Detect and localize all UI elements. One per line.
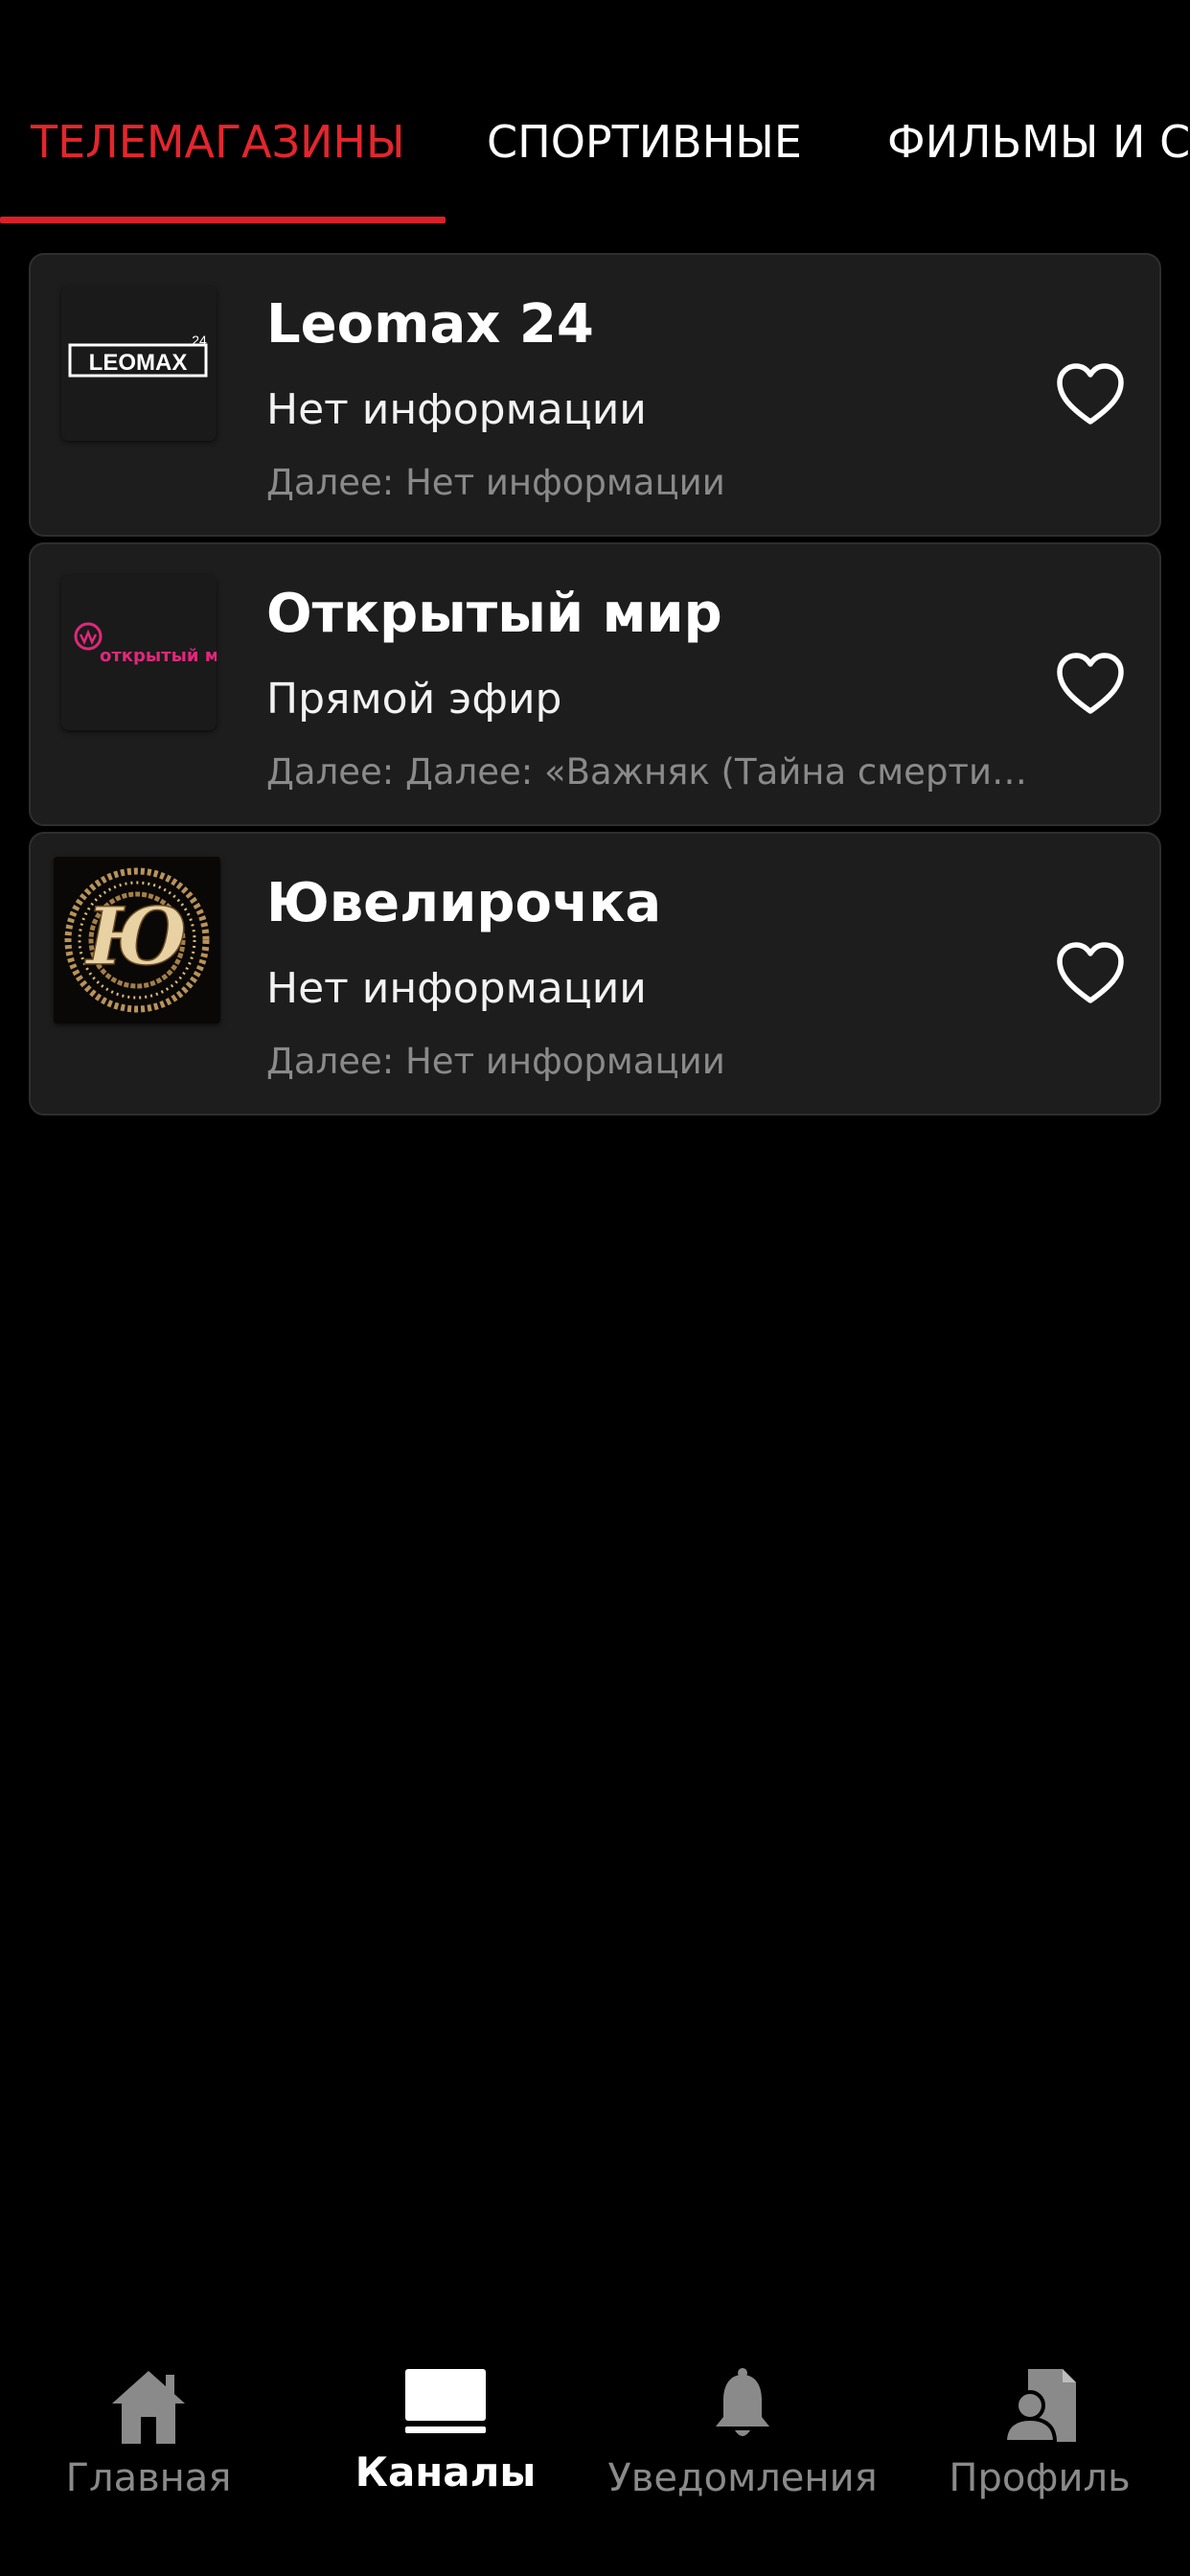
channel-logo-yuvelirochka: Ю xyxy=(54,857,220,1024)
tab-sportivnye[interactable]: СПОРТИВНЫЕ xyxy=(487,113,802,171)
nav-notifications-label: Уведомления xyxy=(607,2456,878,2500)
bottom-navigation: Главная Каналы Уведомления Профиль xyxy=(0,2338,1190,2576)
heart-icon[interactable] xyxy=(1052,356,1129,433)
tab-filmy[interactable]: ФИЛЬМЫ И С xyxy=(887,113,1190,171)
channel-now-playing: Нет информации xyxy=(266,964,647,1013)
channel-logo-leomax: LEOMAX 24 xyxy=(61,286,217,441)
otkrytyi-mir-logo-text: открытый мир xyxy=(100,646,217,666)
nav-home-label: Главная xyxy=(65,2456,232,2500)
channel-logo-otkrytyi-mir: открытый мир xyxy=(61,575,217,730)
channel-now-playing: Прямой эфир xyxy=(266,675,562,724)
profile-icon xyxy=(1002,2369,1076,2444)
tv-icon xyxy=(405,2369,486,2433)
yuvelirochka-logo-text: Ю xyxy=(84,891,188,983)
channel-list: LEOMAX 24 Leomax 24 Нет информации Далее… xyxy=(29,253,1161,1121)
channel-card-leomax[interactable]: LEOMAX 24 Leomax 24 Нет информации Далее… xyxy=(29,253,1161,537)
nav-home[interactable]: Главная xyxy=(38,2338,259,2576)
channel-name: Ювелирочка xyxy=(266,872,662,934)
nav-profile-label: Профиль xyxy=(949,2456,1131,2500)
channel-now-playing: Нет информации xyxy=(266,385,647,434)
tab-telemagaziny[interactable]: ТЕЛЕМАГАЗИНЫ xyxy=(31,113,405,171)
active-tab-indicator xyxy=(0,217,446,223)
category-tabs: ТЕЛЕМАГАЗИНЫ СПОРТИВНЫЕ ФИЛЬМЫ И С xyxy=(0,0,1190,230)
nav-profile[interactable]: Профиль xyxy=(929,2338,1150,2576)
heart-icon[interactable] xyxy=(1052,646,1129,723)
channel-next-program: Далее: Далее: «Важняк (Тайна смерти… xyxy=(266,751,1028,793)
channel-card-yuvelirochka[interactable]: Ю Ювелирочка Нет информации Далее: Нет и… xyxy=(29,832,1161,1116)
bell-icon xyxy=(716,2368,769,2436)
home-icon xyxy=(112,2371,185,2444)
channel-name: Leomax 24 xyxy=(266,293,594,356)
leomax-logo-text: LEOMAX xyxy=(89,350,188,376)
nav-channels[interactable]: Каналы xyxy=(335,2338,556,2576)
heart-icon[interactable] xyxy=(1052,935,1129,1012)
channel-next-program: Далее: Нет информации xyxy=(266,1041,725,1082)
channel-next-program: Далее: Нет информации xyxy=(266,462,725,503)
leomax-logo-sup: 24 xyxy=(192,333,207,348)
channel-card-otkrytyi-mir[interactable]: открытый мир Открытый мир Прямой эфир Да… xyxy=(29,542,1161,826)
nav-notifications[interactable]: Уведомления xyxy=(594,2338,891,2576)
nav-channels-label: Каналы xyxy=(355,2449,537,2496)
channel-name: Открытый мир xyxy=(266,583,722,645)
